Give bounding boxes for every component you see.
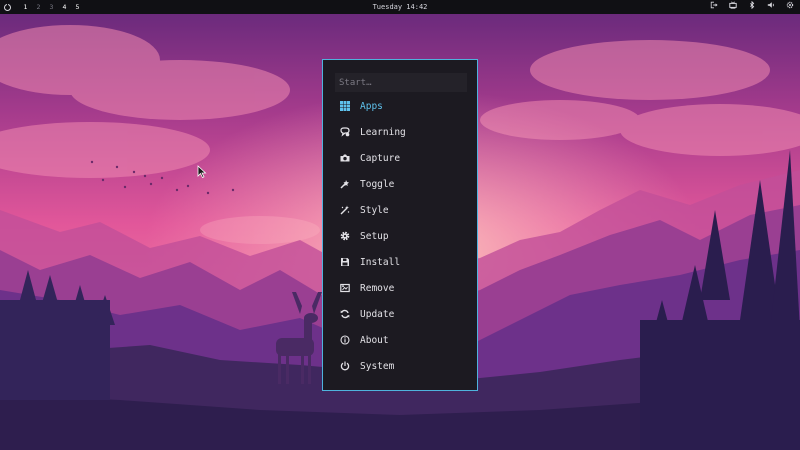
workspace-switcher: 1 2 3 4 5 [4,0,84,14]
menu-item-label: Remove [360,282,395,294]
menu-item-capture[interactable]: Capture [323,145,477,171]
workspace-1[interactable]: 1 [19,0,32,14]
menu-item-label: Apps [360,100,383,112]
menu-item-label: Install [360,256,401,268]
refresh-icon [340,309,350,319]
mouse-cursor-icon [197,165,207,178]
menu-item-setup[interactable]: Setup [323,223,477,249]
magic-wand-icon [340,205,350,215]
power-icon [340,361,350,371]
network-icon[interactable] [728,0,737,14]
menu-item-system[interactable]: System [323,353,477,379]
bluetooth-icon[interactable] [747,0,756,14]
system-tray [709,0,794,14]
top-bar: 1 2 3 4 5 Tuesday 14:42 [0,0,800,14]
settings-icon[interactable] [785,0,794,14]
menu-item-about[interactable]: About [323,327,477,353]
menu-item-label: Update [360,308,395,320]
menu-item-learning[interactable]: Learning [323,119,477,145]
gear-icon [340,231,350,241]
info-icon [340,335,350,345]
clock[interactable]: Tuesday 14:42 [0,0,800,14]
menu-item-label: System [360,360,395,372]
workspace-2[interactable]: 2 [32,0,45,14]
menu-item-label: Setup [360,230,389,242]
learning-icon [340,127,350,137]
menu-item-label: About [360,334,389,346]
menu-item-toggle[interactable]: Toggle [323,171,477,197]
install-icon [340,257,350,267]
toggle-icon [340,179,350,189]
menu-item-label: Learning [360,126,406,138]
menu-item-label: Toggle [360,178,395,190]
menu-item-update[interactable]: Update [323,301,477,327]
workspace-4[interactable]: 4 [58,0,71,14]
camera-icon [340,153,350,163]
menu-item-remove[interactable]: Remove [323,275,477,301]
power-menu-icon[interactable] [4,3,11,11]
menu-item-install[interactable]: Install [323,249,477,275]
workspace-3[interactable]: 3 [45,0,58,14]
apps-grid-icon [340,101,350,111]
remove-icon [340,283,350,293]
menu-item-label: Capture [360,152,401,164]
start-menu: Apps Learning Capture Toggle Style [322,59,478,391]
volume-icon[interactable] [766,0,775,14]
menu-item-style[interactable]: Style [323,197,477,223]
workspace-5[interactable]: 5 [71,0,84,14]
menu-item-label: Style [360,204,389,216]
logout-icon[interactable] [709,0,718,14]
search-input[interactable] [335,73,467,92]
menu-list: Apps Learning Capture Toggle Style Setup… [323,93,477,379]
menu-item-apps[interactable]: Apps [323,93,477,119]
